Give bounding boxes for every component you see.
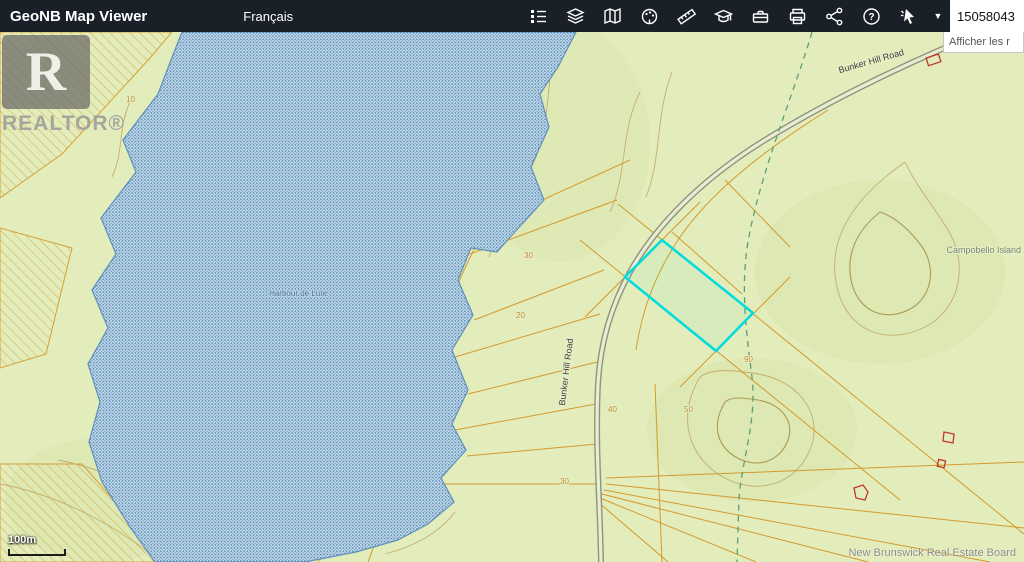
language-link[interactable]: Français bbox=[243, 9, 293, 24]
water-label: Harbour de Lute bbox=[269, 289, 327, 298]
printer-icon[interactable] bbox=[787, 6, 807, 26]
geonb-map-viewer: GeoNB Map Viewer Français ? ▼ 15058043 A… bbox=[0, 0, 1024, 562]
basemap-icon[interactable] bbox=[602, 6, 622, 26]
top-bar: GeoNB Map Viewer Français ? ▼ 15058043 bbox=[0, 0, 1024, 32]
toolbox-icon[interactable] bbox=[750, 6, 770, 26]
basemap-svg: 10 30 20 40 50 90 30 Bunker Hill Road Bu… bbox=[0, 32, 1024, 562]
scale-bar: 100m bbox=[8, 530, 66, 556]
draw-icon[interactable] bbox=[639, 6, 659, 26]
layers-icon[interactable] bbox=[565, 6, 585, 26]
graduation-cap-icon[interactable] bbox=[713, 6, 733, 26]
island-label: Campobello Island bbox=[946, 245, 1021, 255]
contour-label: 30 bbox=[524, 251, 533, 260]
scale-line bbox=[8, 549, 66, 556]
contour-label: 20 bbox=[516, 311, 525, 320]
measure-icon[interactable] bbox=[676, 6, 696, 26]
contour-label: 30 bbox=[560, 477, 569, 486]
share-icon[interactable] bbox=[824, 6, 844, 26]
search-suggestion-item[interactable]: Afficher les r bbox=[943, 32, 1024, 53]
contour-label: 10 bbox=[126, 95, 135, 104]
contour-label: 90 bbox=[744, 355, 753, 364]
app-title: GeoNB Map Viewer bbox=[10, 7, 148, 25]
toolbar: ? bbox=[528, 6, 918, 26]
realtor-watermark: R REALTOR® bbox=[2, 35, 125, 136]
parcel-search-input[interactable] bbox=[950, 0, 1024, 32]
contour-label: 40 bbox=[608, 405, 617, 414]
scale-label: 100m bbox=[8, 534, 37, 546]
identify-pointer-icon[interactable] bbox=[898, 6, 918, 26]
help-icon[interactable]: ? bbox=[861, 6, 881, 26]
search-dropdown-arrow-icon[interactable]: ▼ bbox=[926, 0, 950, 32]
contour-label: 50 bbox=[684, 405, 693, 414]
realtor-logo-letter: R bbox=[25, 41, 67, 103]
realtor-logo: R bbox=[2, 35, 90, 109]
legend-list-icon[interactable] bbox=[528, 6, 548, 26]
parcel-search bbox=[950, 0, 1024, 32]
help-glyph: ? bbox=[868, 12, 874, 23]
map-attribution: New Brunswick Real Estate Board bbox=[848, 547, 1016, 559]
realtor-wordmark: REALTOR® bbox=[2, 112, 126, 135]
map-canvas[interactable]: 10 30 20 40 50 90 30 Bunker Hill Road Bu… bbox=[0, 32, 1024, 562]
